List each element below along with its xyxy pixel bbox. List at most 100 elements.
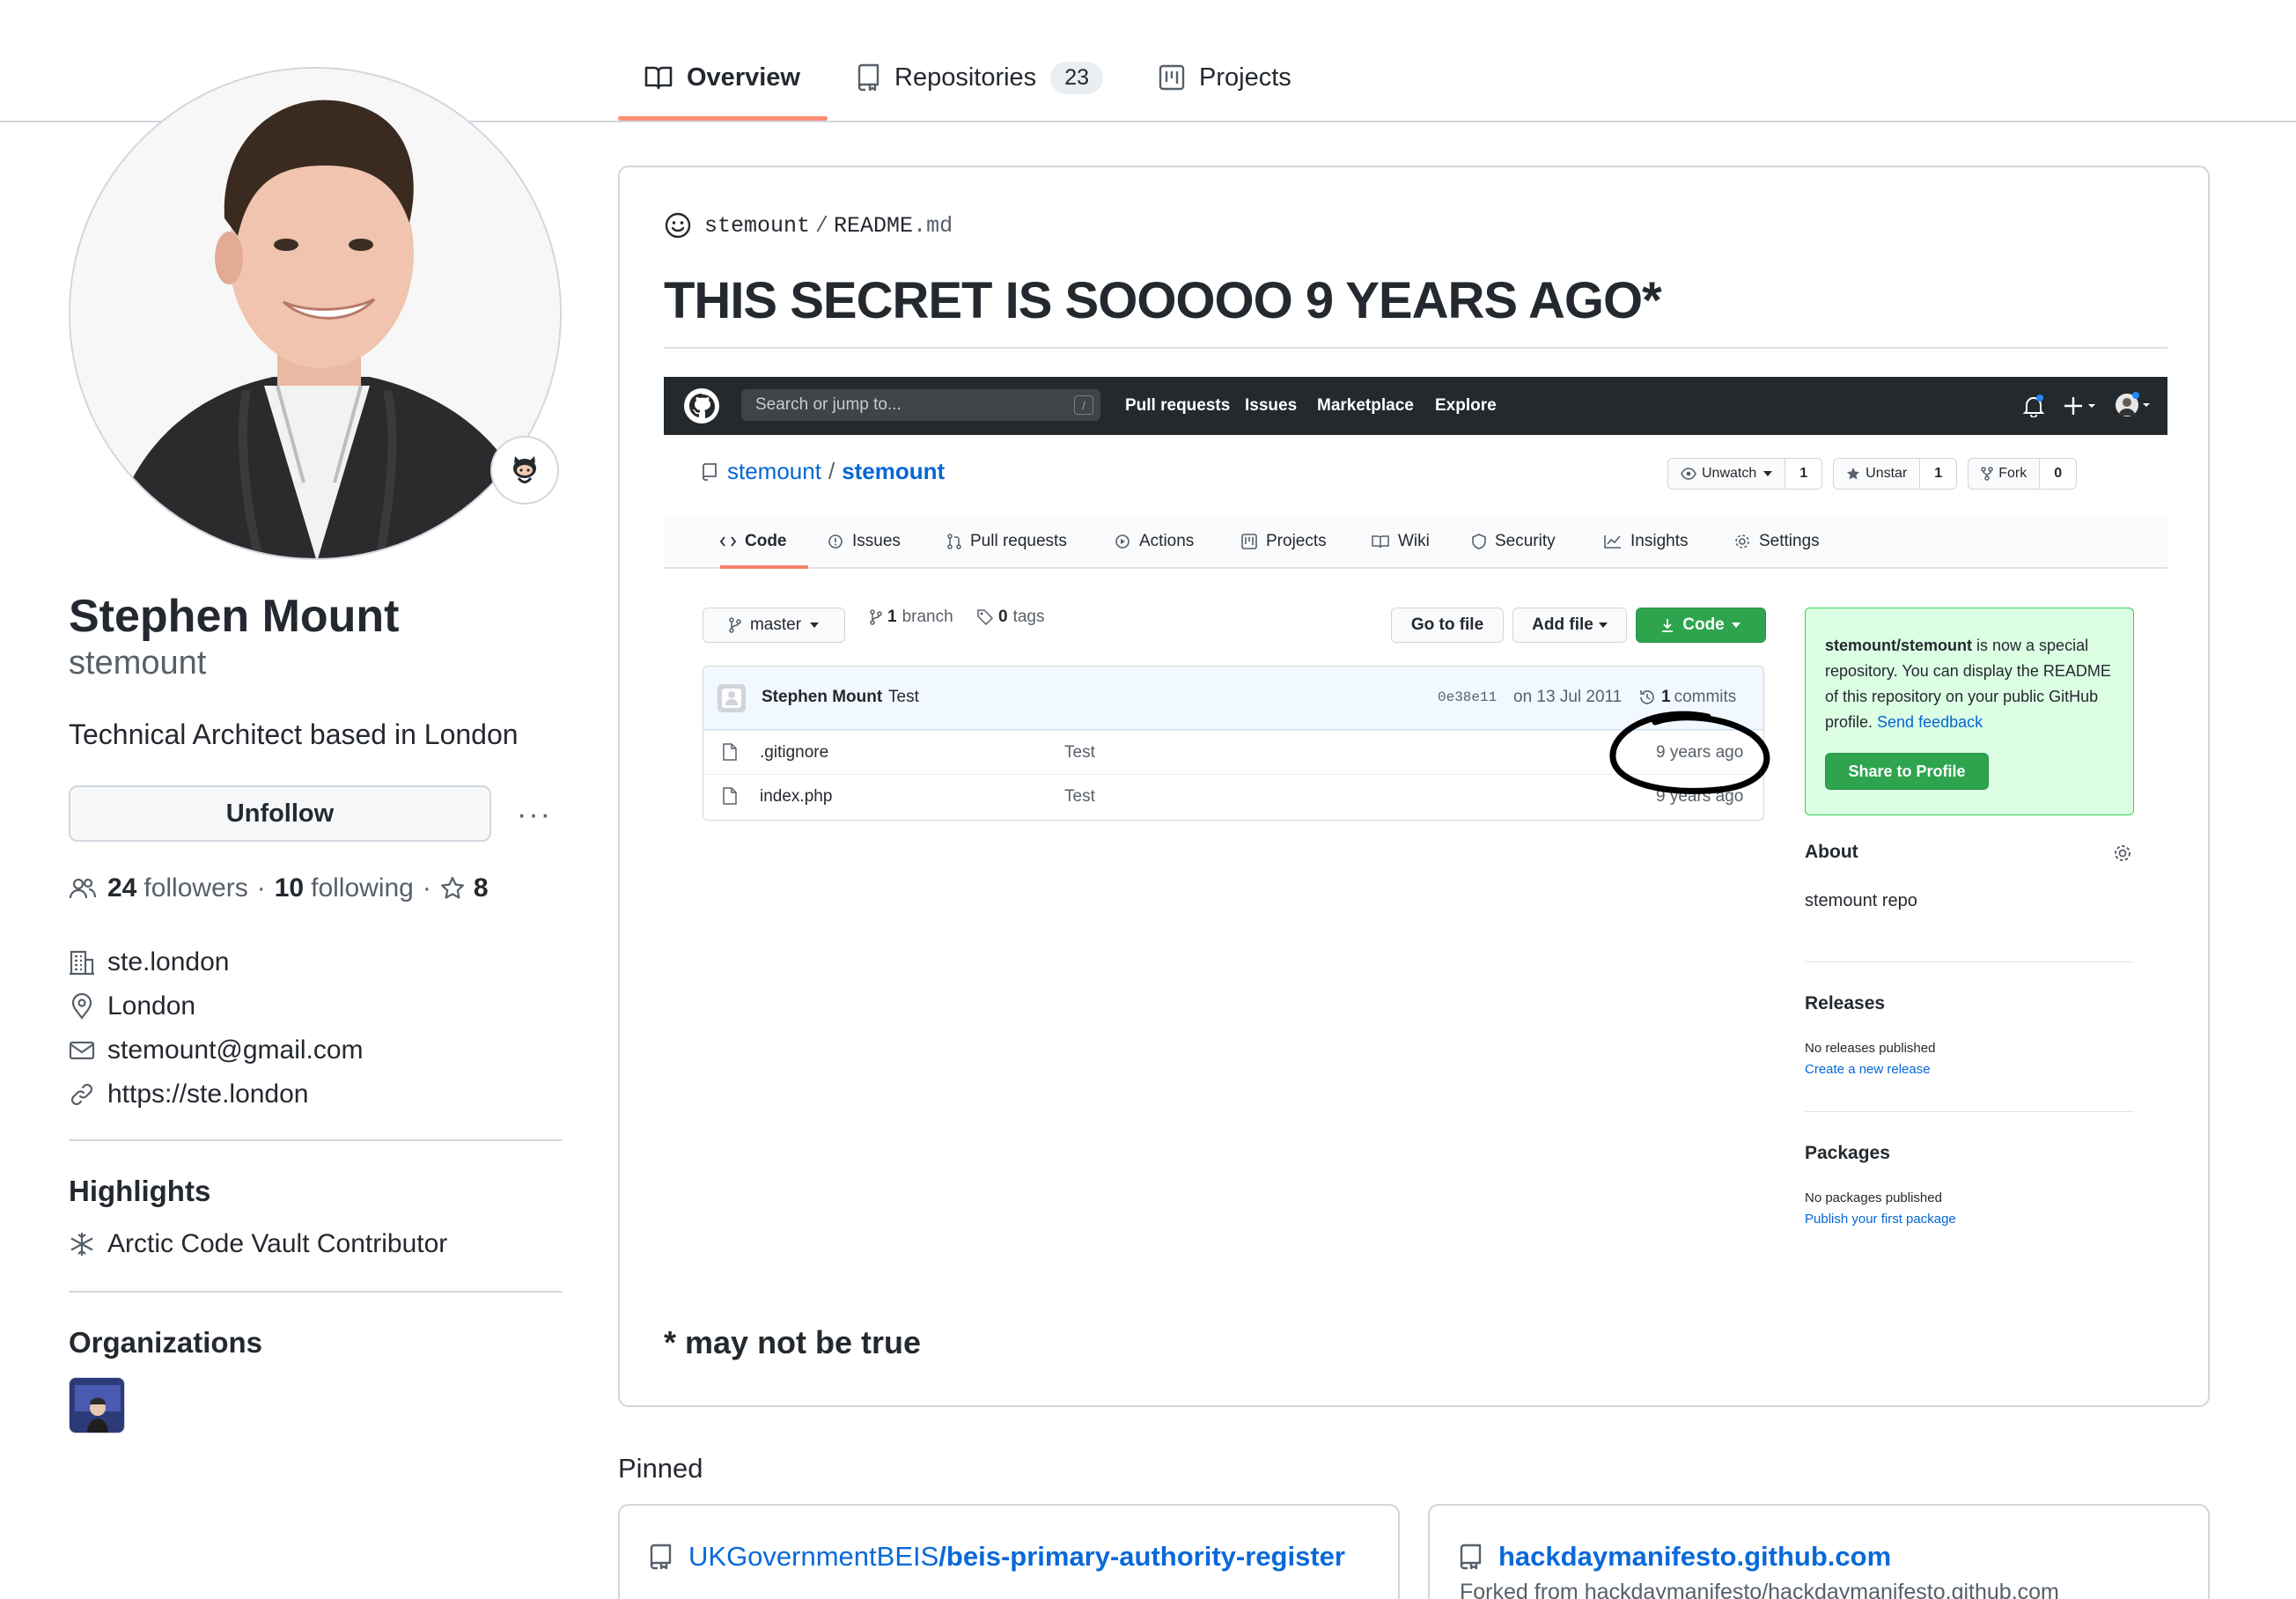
stargazers-count[interactable]: 1 — [1920, 458, 1958, 490]
repo-tab-security[interactable]: Security — [1472, 532, 1556, 551]
create-release-link[interactable]: Create a new release — [1805, 1062, 1931, 1077]
repo-icon — [857, 63, 894, 92]
tab-repositories[interactable]: Repositories 23 — [857, 46, 1103, 109]
readme-owner-link[interactable]: stemount — [704, 213, 810, 239]
repo-tab-issues[interactable]: Issues — [828, 532, 901, 551]
status-octocat-icon[interactable] — [490, 436, 559, 505]
repo-name-link[interactable]: stemount — [842, 458, 945, 485]
smiley-icon — [664, 211, 704, 239]
repo-tab-settings-label: Settings — [1759, 532, 1820, 550]
go-to-file-button[interactable]: Go to file — [1391, 608, 1504, 643]
followers-label: followers — [144, 873, 248, 903]
repo-tab-insights-label: Insights — [1630, 532, 1689, 550]
organizations-heading: Organizations — [69, 1326, 263, 1359]
book-icon — [1372, 534, 1398, 549]
commit-author-avatar[interactable] — [718, 684, 746, 712]
followers-count: 24 — [107, 873, 137, 903]
forks-count[interactable]: 0 — [2040, 458, 2078, 490]
code-download-button[interactable]: Code — [1636, 608, 1766, 643]
unwatch-button[interactable]: Unwatch — [1667, 458, 1786, 490]
publish-package-link[interactable]: Publish your first package — [1805, 1212, 1956, 1227]
releases-text: No releases published — [1805, 1041, 1936, 1056]
unstar-button[interactable]: Unstar — [1833, 458, 1921, 490]
repo-tab-settings[interactable]: Settings — [1734, 532, 1820, 551]
readme-file-link[interactable]: README.md — [834, 213, 953, 239]
github-search-placeholder: Search or jump to... — [755, 395, 901, 414]
github-search-input[interactable]: Search or jump to... / — [741, 389, 1100, 421]
follow-separator: · — [256, 873, 266, 903]
branches-link[interactable]: 1 branch — [870, 608, 953, 627]
pinned-repo-owner: UKGovernmentBEIS — [688, 1541, 939, 1572]
readme-title: THIS SECRET IS SOOOOO 9 YEARS AGO* — [664, 272, 1662, 329]
profile-avatar[interactable] — [69, 67, 562, 560]
branch-icon — [729, 617, 741, 633]
user-menu-avatar-icon[interactable] — [2113, 391, 2153, 419]
snowflake-icon — [69, 1231, 107, 1257]
pinned-repo-link[interactable]: UKGovernmentBEIS/beis-primary-authority-… — [650, 1541, 1345, 1573]
repo-tab-pull-requests[interactable]: Pull requests — [947, 532, 1067, 551]
fork-button[interactable]: Fork — [1968, 458, 2041, 490]
share-to-profile-button[interactable]: Share to Profile — [1825, 753, 1989, 790]
branch-select[interactable]: master — [703, 608, 845, 643]
people-icon — [69, 877, 97, 900]
watchers-count[interactable]: 1 — [1785, 458, 1823, 490]
repo-tab-insights[interactable]: Insights — [1604, 532, 1688, 551]
search-shortcut-key: / — [1074, 395, 1093, 415]
caret-down-icon — [1731, 623, 1740, 628]
file-name[interactable]: index.php — [760, 787, 832, 807]
send-feedback-link[interactable]: Send feedback — [1877, 713, 1983, 731]
github-nav-explore[interactable]: Explore — [1435, 377, 1497, 435]
commit-message[interactable]: Test — [888, 688, 919, 707]
gear-icon[interactable] — [2113, 844, 2132, 863]
highlights-heading: Highlights — [69, 1175, 211, 1207]
github-nav-pull-requests[interactable]: Pull requests — [1125, 377, 1230, 435]
repo-tab-wiki[interactable]: Wiki — [1372, 532, 1430, 551]
github-nav-issues[interactable]: Issues — [1245, 377, 1297, 435]
unfollow-button[interactable]: Unfollow — [69, 785, 491, 842]
more-options-button[interactable]: ··· — [512, 792, 556, 836]
repo-tab-issues-label: Issues — [852, 532, 901, 550]
releases-heading[interactable]: Releases — [1805, 993, 1885, 1014]
about-heading: About — [1805, 842, 1858, 862]
repo-tab-code-label: Code — [745, 532, 787, 550]
shield-icon — [1472, 534, 1495, 549]
follow-stats: 24 followers · 10 following · 8 — [69, 873, 496, 903]
file-icon — [723, 743, 737, 761]
repo-icon — [703, 462, 717, 481]
repo-tab-projects[interactable]: Projects — [1241, 532, 1327, 551]
tab-overview[interactable]: Overview — [644, 46, 800, 109]
following-link[interactable]: 10 following — [275, 873, 414, 903]
file-name[interactable]: .gitignore — [760, 743, 828, 763]
file-commit-message[interactable]: Test — [1064, 743, 1095, 763]
commit-author[interactable]: Stephen Mount — [762, 688, 882, 707]
followers-link[interactable]: 24 followers — [107, 873, 248, 903]
commit-sha[interactable]: 0e38e11 — [1438, 689, 1497, 705]
bell-icon[interactable] — [2023, 394, 2044, 417]
repo-tab-actions[interactable]: Actions — [1115, 532, 1194, 551]
packages-heading[interactable]: Packages — [1805, 1143, 1890, 1164]
tags-link[interactable]: 0 tags — [977, 608, 1045, 627]
profile-email[interactable]: stemount@gmail.com — [69, 1035, 364, 1065]
repo-tab-code[interactable]: Code — [720, 532, 787, 551]
profile-company[interactable]: ste.london — [69, 947, 229, 977]
pinned-repo-card: UKGovernmentBEIS/beis-primary-authority-… — [618, 1504, 1400, 1599]
location-icon — [69, 993, 107, 1020]
add-file-button[interactable]: Add file — [1512, 608, 1627, 643]
mail-icon — [69, 1037, 107, 1064]
tab-projects[interactable]: Projects — [1159, 46, 1292, 109]
highlight-item[interactable]: Arctic Code Vault Contributor — [69, 1229, 447, 1259]
repo-owner-link[interactable]: stemount — [727, 458, 821, 485]
profile-website[interactable]: https://ste.london — [69, 1080, 309, 1109]
eye-icon — [1681, 468, 1696, 480]
stars-link[interactable]: 8 — [440, 873, 496, 903]
pinned-repo-link[interactable]: hackdaymanifesto.github.com — [1460, 1541, 1891, 1573]
github-nav-marketplace[interactable]: Marketplace — [1317, 377, 1414, 435]
plus-icon[interactable] — [2064, 394, 2099, 417]
company-text: ste.london — [107, 947, 230, 976]
profile-bio: Technical Architect based in London — [69, 718, 519, 750]
email-text: stemount@gmail.com — [107, 1035, 364, 1065]
file-commit-message[interactable]: Test — [1064, 787, 1095, 807]
pinned-repo-card: hackdaymanifesto.github.com Forked from … — [1428, 1504, 2210, 1599]
sidebar-divider — [1805, 1111, 2134, 1112]
organization-avatar[interactable] — [69, 1377, 125, 1433]
